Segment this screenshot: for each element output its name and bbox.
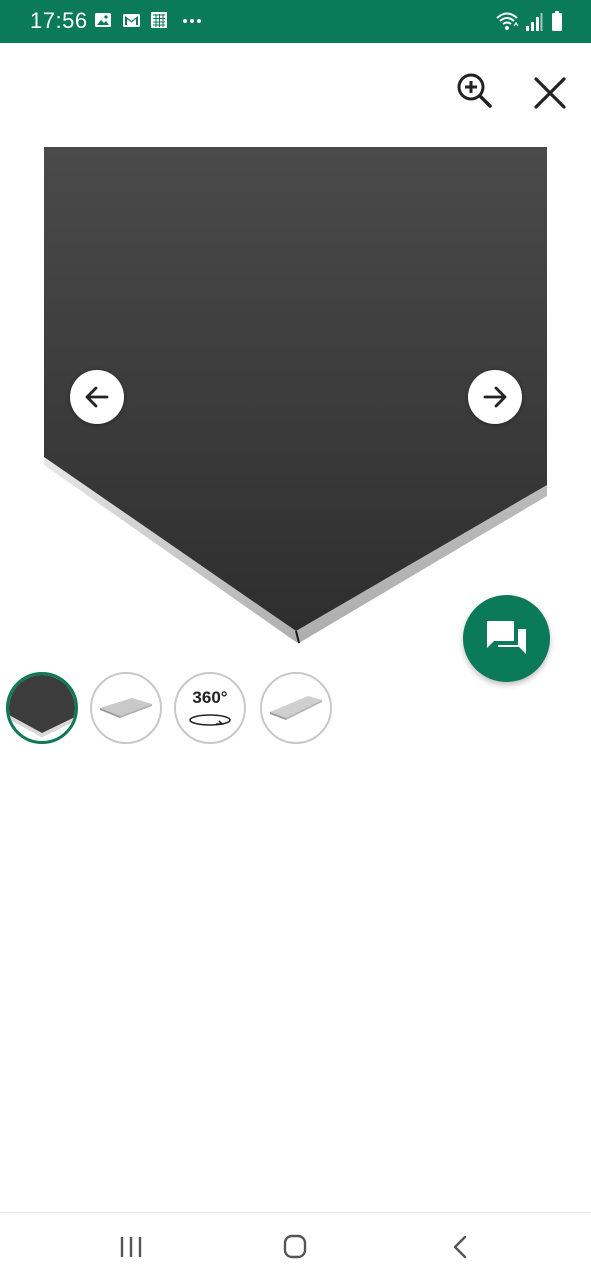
more-dots-icon xyxy=(183,19,201,23)
rotate-360-icon xyxy=(189,714,231,726)
close-button[interactable] xyxy=(528,71,572,115)
recent-apps-icon xyxy=(120,1237,142,1257)
thumbnail-image xyxy=(270,696,322,720)
chat-bubbles-icon xyxy=(486,620,526,654)
arrow-left-icon xyxy=(85,386,109,408)
viewer-toolbar xyxy=(0,43,591,139)
arrow-right-icon xyxy=(483,386,507,408)
home-button[interactable] xyxy=(275,1231,315,1263)
back-icon xyxy=(453,1235,467,1259)
thumbnail-4[interactable] xyxy=(260,672,332,744)
zoom-button[interactable] xyxy=(452,69,496,113)
next-image-button[interactable] xyxy=(468,370,522,424)
thumbnail-2[interactable] xyxy=(90,672,162,744)
system-nav-bar xyxy=(0,1212,591,1281)
signal-icon xyxy=(526,13,543,31)
thumbnail-360[interactable]: 360° xyxy=(174,672,246,744)
chat-button[interactable] xyxy=(463,595,550,682)
back-button[interactable] xyxy=(441,1231,481,1263)
status-time: 17:56 xyxy=(30,8,88,33)
image-icon xyxy=(95,13,111,27)
thumbnail-image xyxy=(9,675,75,741)
calendar-app-icon xyxy=(151,12,167,28)
gmail-icon xyxy=(123,14,140,27)
zoom-in-icon xyxy=(457,73,492,108)
thumbnail-image xyxy=(100,698,152,718)
recent-apps-button[interactable] xyxy=(111,1231,151,1263)
thumbnail-1[interactable] xyxy=(6,672,78,744)
status-bar: 17:56 xyxy=(0,0,591,43)
home-icon xyxy=(283,1234,307,1259)
close-icon xyxy=(534,77,566,109)
wifi-icon xyxy=(496,12,519,30)
battery-icon xyxy=(552,11,562,31)
thumbnail-360-label: 360° xyxy=(192,688,228,707)
previous-image-button[interactable] xyxy=(70,370,124,424)
